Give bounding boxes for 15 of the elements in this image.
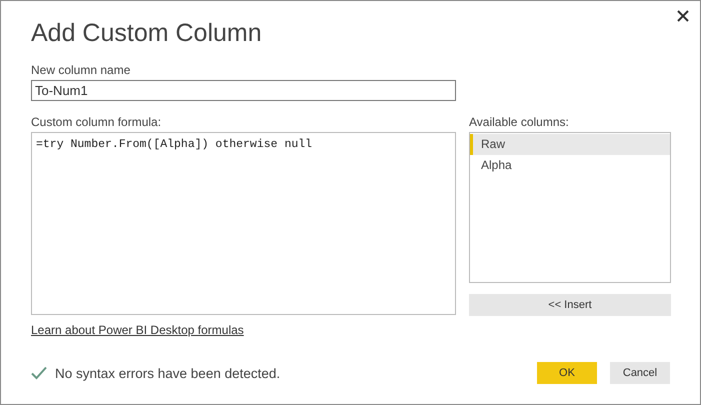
input-field[interactable]: To-Num1 bbox=[31, 80, 456, 101]
field-label: New column name bbox=[31, 63, 132, 77]
list-item[interactable]: Raw bbox=[470, 134, 670, 155]
list-item[interactable]: Alpha bbox=[470, 155, 670, 176]
list-label: Available columns: bbox=[469, 115, 570, 129]
ok-button[interactable]: OK bbox=[537, 362, 597, 384]
field-label: Custom column formula: bbox=[31, 115, 162, 129]
formula-field[interactable]: =try Number.From([Alpha]) otherwise null bbox=[31, 132, 456, 315]
insert-button[interactable]: << Insert bbox=[469, 294, 671, 316]
status-message: No syntax errors have been detected. bbox=[55, 366, 280, 380]
checkmark-icon bbox=[31, 366, 47, 380]
help-link[interactable]: Learn about Power BI Desktop formulas bbox=[31, 323, 244, 337]
dialog-title: Add Custom Column bbox=[31, 19, 263, 49]
cancel-button[interactable]: Cancel bbox=[610, 362, 670, 384]
close-icon[interactable] bbox=[676, 9, 690, 23]
